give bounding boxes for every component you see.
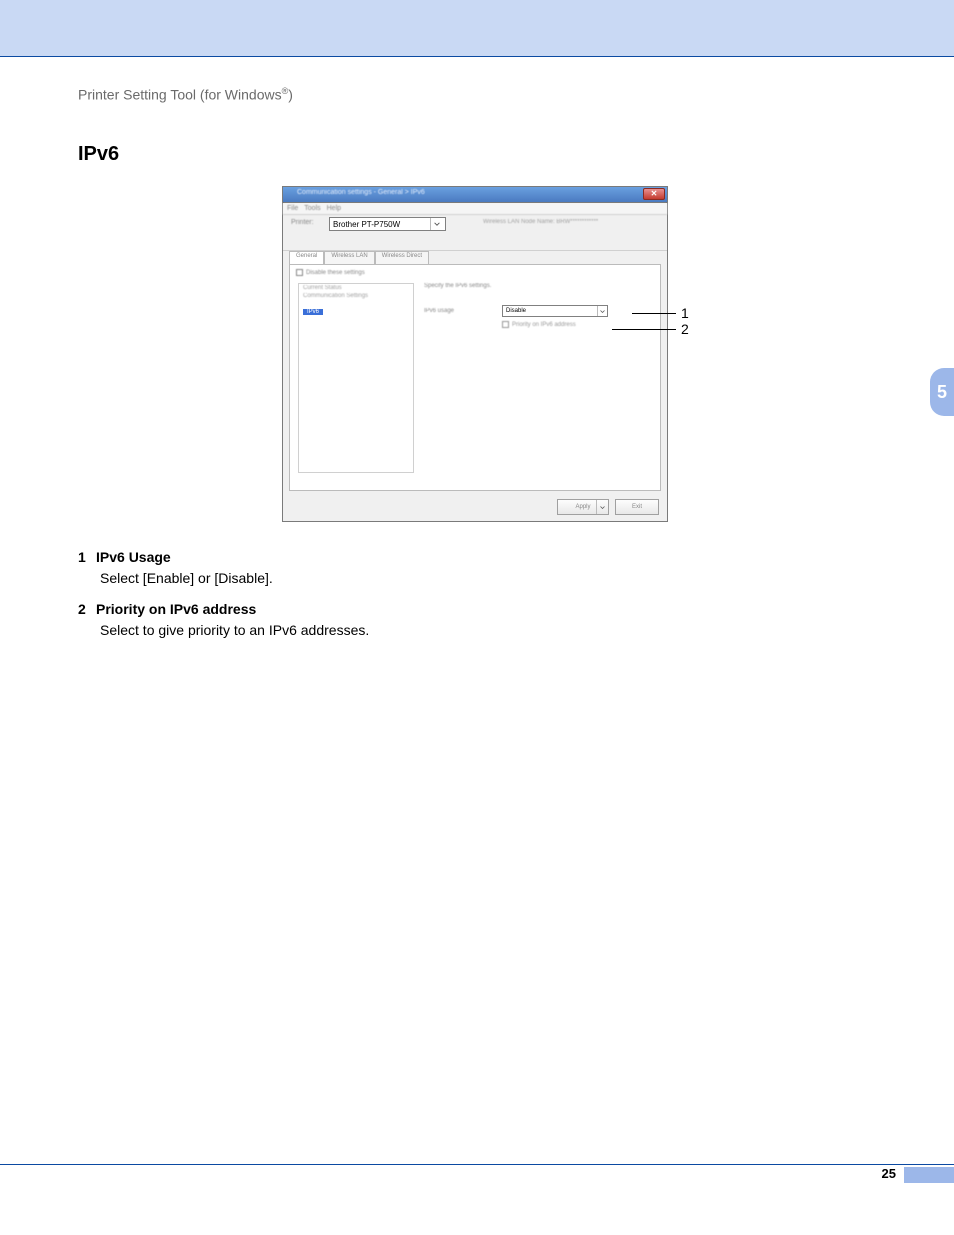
node-name-label: Wireless LAN Node Name: BRW************	[483, 219, 598, 225]
breadcrumb: Printer Setting Tool (for Windows®)	[78, 86, 293, 103]
exit-button[interactable]: Exit	[615, 499, 659, 515]
tree-current-status[interactable]: Current Status	[299, 284, 413, 292]
disable-settings-label: Disable these settings	[306, 270, 365, 276]
callout-number-1: 1	[681, 305, 689, 321]
callout-number-2: 2	[681, 321, 689, 337]
item-description: Select [Enable] or [Disable].	[100, 569, 838, 588]
chevron-down-icon	[597, 306, 607, 316]
printer-label: Printer:	[291, 219, 314, 226]
chapter-tab: 5	[930, 368, 954, 416]
menu-file[interactable]: File	[287, 205, 298, 212]
header-rule	[0, 56, 954, 57]
item-title: IPv6 Usage	[96, 549, 171, 565]
tab-strip: General Wireless LAN Wireless Direct	[289, 251, 661, 265]
breadcrumb-pre: Printer Setting Tool (for Windows	[78, 87, 282, 103]
dialog-body: General Wireless LAN Wireless Direct Dis…	[289, 251, 661, 491]
exit-label: Exit	[632, 504, 642, 510]
window-titlebar: Communication settings - General > IPv6 …	[283, 187, 667, 203]
chevron-down-icon	[596, 500, 608, 514]
tree-ipv6[interactable]: IPv6	[303, 309, 323, 315]
printer-row: Printer: Brother PT-P750W Wireless LAN N…	[283, 215, 667, 251]
settings-tree: Current Status Communication Settings IP…	[298, 283, 414, 473]
callout-line-1	[632, 313, 676, 314]
tab-panel: Disable these settings Current Status Co…	[289, 264, 661, 491]
menubar: File Tools Help	[283, 203, 667, 215]
apply-label: Apply	[575, 504, 590, 510]
list-item: 1IPv6 Usage Select [Enable] or [Disable]…	[78, 548, 838, 588]
ipv6-usage-dropdown[interactable]: Disable	[502, 305, 608, 317]
priority-checkbox[interactable]: Priority on IPv6 address	[502, 321, 576, 328]
dialog-button-row: Apply Exit	[557, 499, 659, 515]
screenshot-figure: Communication settings - General > IPv6 …	[282, 186, 668, 522]
close-button[interactable]: ✕	[643, 188, 665, 200]
settings-pane: Specify the IPv6 settings. IPv6 usage Di…	[424, 283, 652, 289]
callout-line-2	[612, 329, 676, 330]
page-number: 25	[882, 1166, 896, 1181]
printer-dropdown[interactable]: Brother PT-P750W	[329, 217, 446, 231]
item-description: Select to give priority to an IPv6 addre…	[100, 621, 838, 640]
ipv6-usage-row: IPv6 usage Disable	[424, 305, 652, 317]
description-list: 1IPv6 Usage Select [Enable] or [Disable]…	[78, 548, 838, 652]
printer-value: Brother PT-P750W	[333, 220, 400, 229]
section-title: IPv6	[78, 143, 119, 166]
header-band	[0, 0, 954, 56]
tab-wireless-direct[interactable]: Wireless Direct	[375, 251, 429, 265]
apply-button[interactable]: Apply	[557, 499, 609, 515]
tab-general[interactable]: General	[289, 251, 324, 265]
window-title: Communication settings - General > IPv6	[297, 189, 425, 196]
dialog-window: Communication settings - General > IPv6 …	[282, 186, 668, 522]
close-icon: ✕	[651, 190, 658, 198]
menu-tools[interactable]: Tools	[304, 205, 320, 212]
disable-settings-checkbox[interactable]: Disable these settings	[296, 269, 365, 276]
checkbox-icon	[296, 269, 303, 276]
chapter-number: 5	[937, 382, 947, 403]
menu-help[interactable]: Help	[327, 205, 341, 212]
footer-accent	[904, 1167, 954, 1183]
footer-rule	[0, 1164, 954, 1165]
item-title: Priority on IPv6 address	[96, 601, 256, 617]
tab-wireless-lan[interactable]: Wireless LAN	[324, 251, 374, 265]
ipv6-usage-value: Disable	[506, 308, 526, 314]
priority-label: Priority on IPv6 address	[512, 322, 576, 328]
item-number: 1	[78, 548, 96, 567]
specify-label: Specify the IPv6 settings.	[424, 283, 652, 289]
tree-comm-settings[interactable]: Communication Settings	[299, 292, 413, 300]
list-item: 2Priority on IPv6 address Select to give…	[78, 600, 838, 640]
breadcrumb-post: )	[288, 87, 293, 103]
ipv6-usage-label: IPv6 usage	[424, 308, 502, 314]
chevron-down-icon	[430, 218, 442, 230]
item-number: 2	[78, 600, 96, 619]
checkbox-icon	[502, 321, 509, 328]
